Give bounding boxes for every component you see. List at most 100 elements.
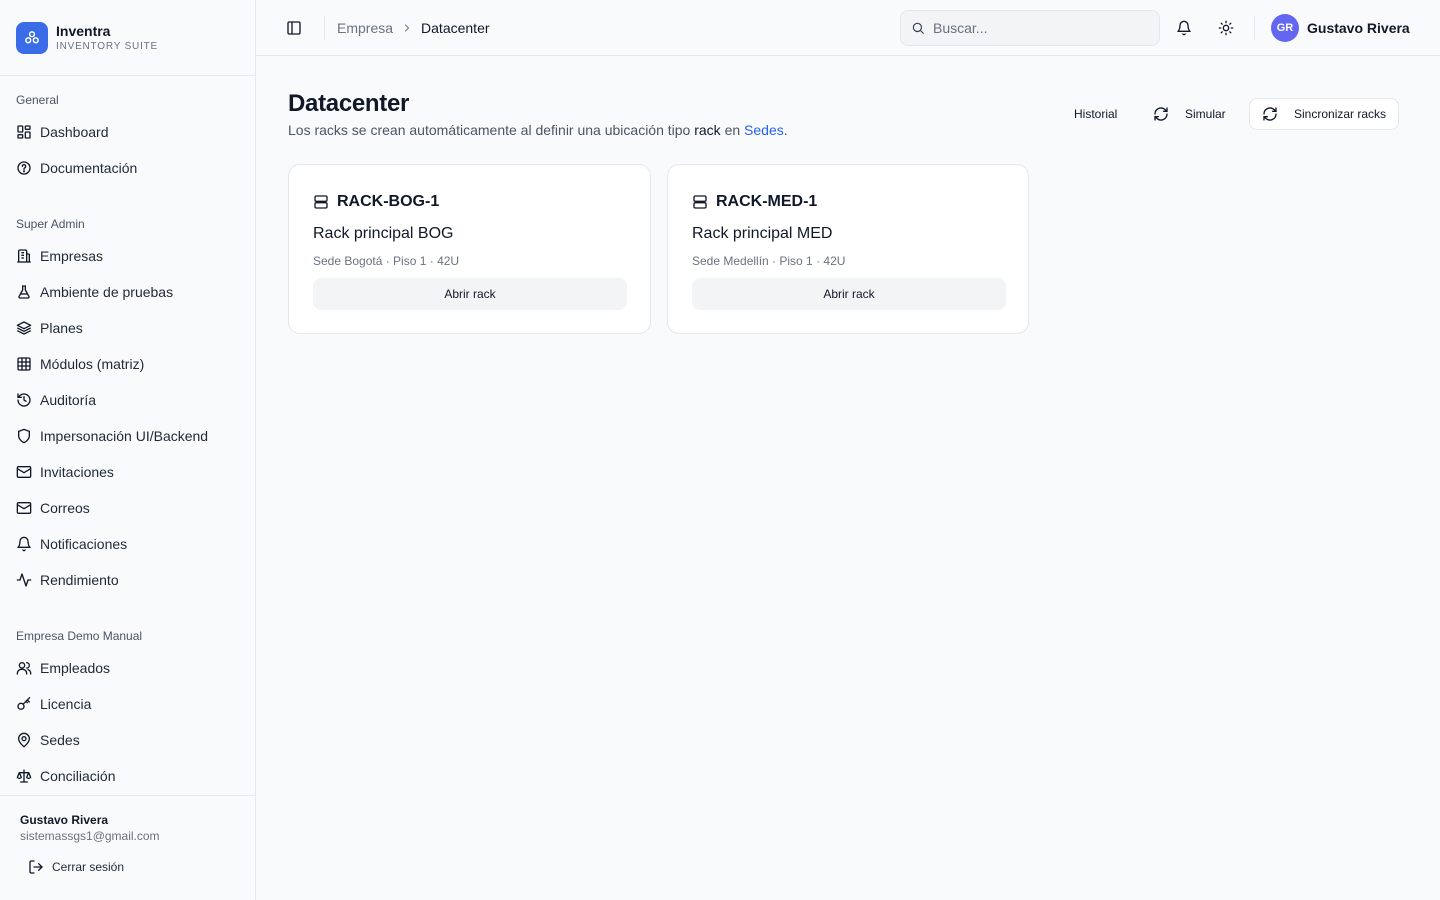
sidebar-item-label: Módulos (matriz) xyxy=(40,356,145,372)
search-box[interactable] xyxy=(900,10,1160,46)
sidebar-item-licencia[interactable]: Licencia xyxy=(0,686,255,722)
mail-icon xyxy=(16,502,32,514)
sidebar-item-impersonacion[interactable]: Impersonación UI/Backend xyxy=(0,418,255,454)
sedes-link[interactable]: Sedes xyxy=(744,122,784,138)
rack-meta: Sede Medellín · Piso 1 · 42U xyxy=(692,254,846,268)
sidebar-item-sedes[interactable]: Sedes xyxy=(0,722,255,758)
rack-card: RACK-MED-1 Rack principal MED Sede Medel… xyxy=(667,164,1029,334)
sidebar: Inventra INVENTORY SUITE General Dashboa… xyxy=(0,0,256,900)
sidebar-item-dashboard[interactable]: Dashboard xyxy=(0,114,255,150)
brand[interactable]: Inventra INVENTORY SUITE xyxy=(0,0,255,76)
simulate-label: Simular xyxy=(1185,107,1226,121)
sidebar-item-empresas[interactable]: Empresas xyxy=(0,238,255,274)
breadcrumb: Empresa Datacenter xyxy=(337,18,490,38)
sidebar-item-label: Notificaciones xyxy=(40,536,128,552)
sidebar-item-invitaciones[interactable]: Invitaciones xyxy=(0,454,255,490)
sidebar-item-label: Ambiente de pruebas xyxy=(40,284,174,300)
divider xyxy=(1254,16,1255,40)
nav-heading: Super Admin xyxy=(16,217,85,231)
sidebar-item-rendimiento[interactable]: Rendimiento xyxy=(0,562,255,598)
sidebar-user-name: Gustavo Rivera xyxy=(20,813,109,827)
rack-meta: Sede Bogotá · Piso 1 · 42U xyxy=(313,254,460,268)
sidebar-item-label: Impersonación UI/Backend xyxy=(40,428,209,444)
search-icon xyxy=(912,22,924,34)
brand-subtitle: INVENTORY SUITE xyxy=(56,41,159,52)
logout-button[interactable]: Cerrar sesión xyxy=(28,859,124,875)
description-strong: rack xyxy=(694,122,721,138)
dashboard-icon xyxy=(17,125,31,139)
nav-section-general: General Dashboard Documentación xyxy=(0,90,255,186)
key-icon xyxy=(17,697,31,710)
building-icon xyxy=(17,249,31,263)
flask-icon xyxy=(18,285,30,299)
nav-section-super-admin: Super Admin Empresas Ambiente de pruebas… xyxy=(0,214,255,598)
refresh-icon xyxy=(1154,107,1168,121)
rack-name: Rack principal MED xyxy=(692,225,833,242)
history-button[interactable]: Historial xyxy=(1074,98,1117,130)
shield-icon xyxy=(18,428,30,444)
description-text: en xyxy=(720,122,745,138)
server-icon xyxy=(693,195,707,209)
divider xyxy=(324,16,325,40)
sidebar-item-label: Planes xyxy=(40,320,83,336)
sidebar-item-conciliacion[interactable]: Conciliación xyxy=(0,758,255,794)
nav-heading: General xyxy=(16,93,59,107)
open-rack-button[interactable]: Abrir rack xyxy=(313,278,627,310)
layers-icon xyxy=(16,321,32,335)
sidebar-item-label: Conciliación xyxy=(40,768,116,784)
logout-icon xyxy=(29,860,43,874)
sidebar-item-ambiente-de-pruebas[interactable]: Ambiente de pruebas xyxy=(0,274,255,310)
description-text: . xyxy=(783,122,788,138)
simulate-button[interactable]: Simular xyxy=(1153,98,1226,130)
notifications-button[interactable] xyxy=(1174,18,1194,38)
sidebar-item-planes[interactable]: Planes xyxy=(0,310,255,346)
sidebar-item-label: Documentación xyxy=(40,160,138,176)
sidebar-item-label: Rendimiento xyxy=(40,572,119,588)
activity-icon xyxy=(16,573,32,587)
sidebar-user-email: sistemassgs1@gmail.com xyxy=(20,829,160,843)
rack-card: RACK-BOG-1 Rack principal BOG Sede Bogot… xyxy=(288,164,651,334)
help-circle-icon xyxy=(17,161,31,175)
sync-racks-label: Sincronizar racks xyxy=(1294,107,1387,121)
logout-label: Cerrar sesión xyxy=(52,860,125,874)
grid-table-icon xyxy=(17,357,31,371)
sidebar-item-auditoria[interactable]: Auditoría xyxy=(0,382,255,418)
server-icon xyxy=(314,195,328,209)
sidebar-toggle-button[interactable] xyxy=(284,18,304,38)
sidebar-item-label: Empleados xyxy=(40,660,111,676)
sidebar-footer: Gustavo Rivera sistemassgs1@gmail.com Ce… xyxy=(0,795,255,900)
bell-icon xyxy=(1177,20,1191,36)
brand-name: Inventra xyxy=(56,23,111,39)
panel-left-icon xyxy=(287,21,301,35)
sidebar-item-documentacion[interactable]: Documentación xyxy=(0,150,255,186)
avatar[interactable]: GR xyxy=(1271,14,1299,42)
sidebar-item-label: Invitaciones xyxy=(40,464,114,480)
topbar-user-name[interactable]: Gustavo Rivera xyxy=(1307,18,1410,38)
breadcrumb-empresa[interactable]: Empresa xyxy=(337,20,393,36)
mail-icon xyxy=(16,466,32,478)
description-text: Los racks se crean automáticamente al de… xyxy=(288,122,695,138)
rack-code: RACK-BOG-1 xyxy=(337,193,440,210)
chevron-right-icon xyxy=(401,22,413,34)
page-title: Datacenter xyxy=(288,90,410,117)
sidebar-item-modulos[interactable]: Módulos (matriz) xyxy=(0,346,255,382)
rack-code: RACK-MED-1 xyxy=(716,193,818,210)
breadcrumb-current: Datacenter xyxy=(421,20,490,36)
topbar: Empresa Datacenter GR Gustavo Rivera xyxy=(256,0,1440,56)
sidebar-item-label: Empresas xyxy=(40,248,104,264)
refresh-icon xyxy=(1263,107,1277,121)
sidebar-item-label: Sedes xyxy=(40,732,80,748)
open-rack-button[interactable]: Abrir rack xyxy=(692,278,1006,310)
history-icon xyxy=(17,393,31,407)
nav-heading: Empresa Demo Manual xyxy=(16,629,143,643)
sync-racks-button[interactable]: Sincronizar racks xyxy=(1249,98,1400,130)
sidebar-item-correos[interactable]: Correos xyxy=(0,490,255,526)
sidebar-item-empleados[interactable]: Empleados xyxy=(0,650,255,686)
scale-icon xyxy=(16,769,32,783)
search-input[interactable] xyxy=(933,20,1143,36)
users-icon xyxy=(16,662,32,675)
theme-toggle-button[interactable] xyxy=(1216,18,1236,38)
sidebar-item-label: Dashboard xyxy=(40,124,109,140)
sidebar-item-notificaciones[interactable]: Notificaciones xyxy=(0,526,255,562)
rack-name: Rack principal BOG xyxy=(313,225,454,242)
